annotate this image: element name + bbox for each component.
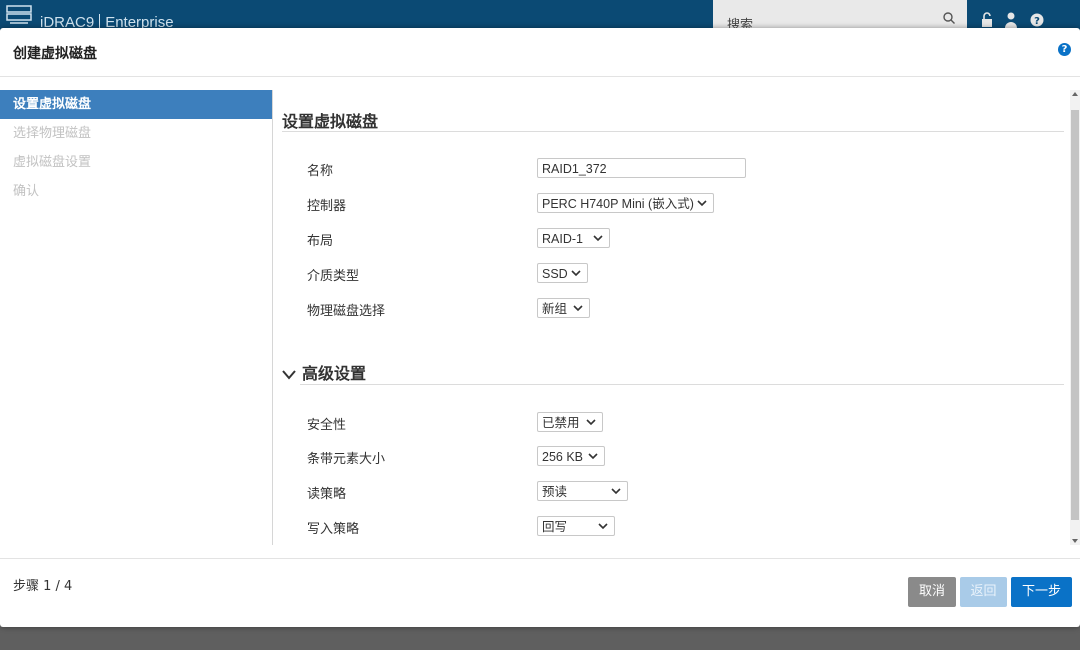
write-policy-select[interactable]: 回写 bbox=[537, 516, 615, 536]
help-top-icon[interactable]: ? bbox=[1030, 12, 1044, 28]
wizard-content: 设置虚拟磁盘 名称 RAID1_372 控制器 PERC H740P Mini … bbox=[273, 90, 1070, 545]
advanced-settings-title: 高级设置 bbox=[302, 364, 367, 383]
search-input[interactable]: 搜索 bbox=[713, 0, 967, 33]
stripe-size-select[interactable]: 256 KB bbox=[537, 446, 605, 466]
section-divider bbox=[282, 131, 1064, 132]
security-select[interactable]: 已禁用 bbox=[537, 412, 603, 432]
stripe-size-value: 256 KB bbox=[542, 450, 584, 464]
media-type-value: SSD bbox=[542, 267, 568, 281]
pd-selection-label: 物理磁盘选择 bbox=[307, 304, 386, 319]
layout-label: 布局 bbox=[307, 234, 334, 249]
svg-text:?: ? bbox=[1034, 16, 1040, 27]
advanced-divider bbox=[300, 384, 1064, 385]
read-policy-label: 读策略 bbox=[307, 487, 347, 502]
help-icon[interactable]: ? bbox=[1058, 43, 1071, 56]
chevron-down-icon bbox=[611, 488, 621, 495]
layout-value: RAID-1 bbox=[542, 232, 583, 246]
controller-value: PERC H740P Mini (嵌入式) bbox=[542, 197, 694, 211]
cancel-button[interactable]: 取消 bbox=[908, 577, 956, 607]
back-button[interactable]: 返回 bbox=[960, 577, 1007, 607]
name-label: 名称 bbox=[307, 164, 334, 179]
write-policy-value: 回写 bbox=[542, 520, 568, 534]
app-topbar: iDRAC9 Enterprise 搜索 ? bbox=[0, 0, 1080, 33]
pd-selection-value: 新组 bbox=[542, 302, 568, 316]
controller-select[interactable]: PERC H740P Mini (嵌入式) bbox=[537, 193, 714, 213]
pd-selection-select[interactable]: 新组 bbox=[537, 298, 590, 318]
step-counter: 步骤 1 / 4 bbox=[13, 579, 73, 594]
name-value: RAID1_372 bbox=[542, 162, 607, 176]
chevron-down-icon bbox=[598, 523, 608, 530]
next-button[interactable]: 下一步 bbox=[1011, 577, 1072, 607]
dialog-title: 创建虚拟磁盘 bbox=[13, 46, 97, 62]
server-logo-icon bbox=[6, 5, 32, 24]
search-icon[interactable] bbox=[943, 12, 955, 24]
background-strip bbox=[0, 627, 1080, 650]
security-label: 安全性 bbox=[307, 418, 347, 433]
layout-select[interactable]: RAID-1 bbox=[537, 228, 610, 248]
read-policy-value: 预读 bbox=[542, 485, 568, 499]
security-value: 已禁用 bbox=[542, 416, 580, 430]
step-setup-virtual-disk[interactable]: 设置虚拟磁盘 bbox=[0, 90, 272, 119]
chevron-down-icon bbox=[588, 453, 598, 460]
step-select-physical-disks: 选择物理磁盘 bbox=[13, 126, 92, 141]
write-policy-label: 写入策略 bbox=[307, 522, 360, 537]
content-scrollbar[interactable] bbox=[1070, 90, 1080, 545]
advanced-settings-toggle[interactable]: 高级设置 bbox=[282, 360, 366, 384]
chevron-down-icon bbox=[282, 370, 296, 380]
chevron-down-icon bbox=[586, 419, 596, 426]
wizard-steps: 设置虚拟磁盘 选择物理磁盘 虚拟磁盘设置 确认 bbox=[0, 90, 273, 545]
scroll-up-icon[interactable] bbox=[1072, 92, 1078, 96]
chevron-down-icon bbox=[573, 305, 583, 312]
create-virtual-disk-dialog: 创建虚拟磁盘 ? 设置虚拟磁盘 选择物理磁盘 虚拟磁盘设置 确认 设置虚拟磁盘 … bbox=[0, 28, 1080, 627]
name-field[interactable]: RAID1_372 bbox=[537, 158, 746, 178]
section-title: 设置虚拟磁盘 bbox=[282, 112, 379, 131]
stripe-size-label: 条带元素大小 bbox=[307, 452, 386, 467]
scrollbar-thumb[interactable] bbox=[1071, 110, 1079, 520]
step-virtual-disk-settings: 虚拟磁盘设置 bbox=[13, 155, 92, 170]
media-type-label: 介质类型 bbox=[307, 269, 360, 284]
controller-label: 控制器 bbox=[307, 199, 347, 214]
media-type-select[interactable]: SSD bbox=[537, 263, 588, 283]
dialog-header: 创建虚拟磁盘 ? bbox=[0, 28, 1080, 77]
dialog-footer: 步骤 1 / 4 取消 返回 下一步 bbox=[0, 558, 1080, 628]
lock-icon[interactable] bbox=[980, 12, 994, 28]
chevron-down-icon bbox=[571, 270, 581, 277]
chevron-down-icon bbox=[697, 200, 707, 207]
read-policy-select[interactable]: 预读 bbox=[537, 481, 628, 501]
chevron-down-icon bbox=[593, 235, 603, 242]
scroll-down-icon[interactable] bbox=[1072, 539, 1078, 543]
user-icon[interactable] bbox=[1004, 12, 1018, 28]
step-confirm: 确认 bbox=[13, 184, 40, 199]
